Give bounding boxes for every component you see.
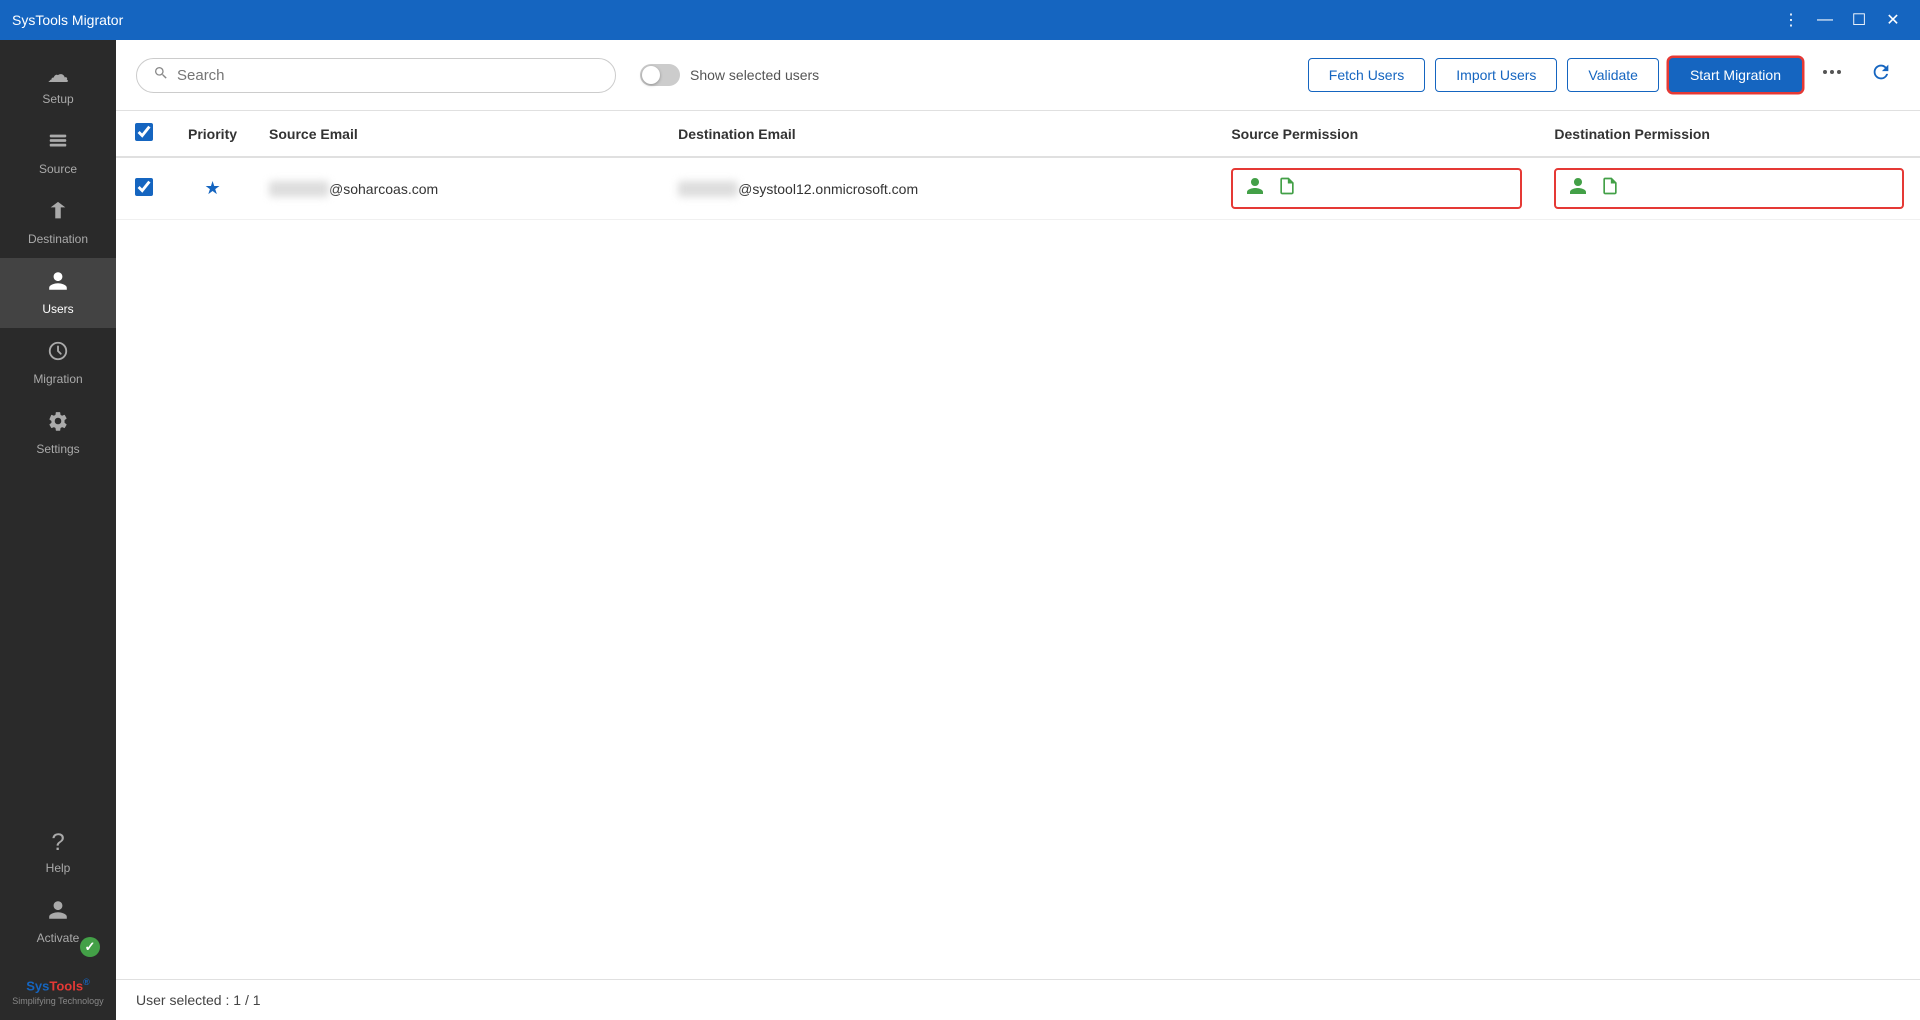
settings-icon	[47, 410, 69, 438]
dest-permission-container	[1554, 168, 1904, 209]
window-menu-button[interactable]: ⋮	[1776, 5, 1806, 35]
dest-email-blur: ██████	[678, 181, 738, 197]
sidebar: ☁ Setup Source Destination	[0, 40, 116, 1020]
col-source-permission: Source Permission	[1215, 111, 1538, 157]
dest-email-domain: @systool12.onmicrosoft.com	[738, 181, 918, 197]
show-selected-label: Show selected users	[690, 67, 819, 83]
sidebar-item-settings[interactable]: Settings	[0, 398, 116, 468]
sidebar-item-destination[interactable]: Destination	[0, 188, 116, 258]
validate-button[interactable]: Validate	[1567, 58, 1659, 92]
sidebar-label-migration: Migration	[33, 372, 82, 386]
table-area: Priority Source Email Destination Email …	[116, 111, 1920, 979]
show-selected-toggle[interactable]	[640, 64, 680, 86]
users-table: Priority Source Email Destination Email …	[116, 111, 1920, 220]
show-selected-toggle-area: Show selected users	[640, 64, 819, 86]
source-email-domain: @soharcoas.com	[329, 181, 438, 197]
maximize-button[interactable]: ☐	[1844, 5, 1874, 35]
col-destination-permission: Destination Permission	[1538, 111, 1920, 157]
dest-person-permission-icon[interactable]	[1568, 176, 1588, 201]
activate-badge: ✓	[80, 937, 100, 957]
user-selected-status: User selected : 1 / 1	[136, 992, 261, 1008]
destination-icon	[47, 200, 69, 228]
logo-tagline: Simplifying Technology	[12, 996, 103, 1006]
app-container: ☁ Setup Source Destination	[0, 40, 1920, 1020]
search-box[interactable]	[136, 58, 616, 93]
help-icon: ?	[51, 829, 64, 857]
row-source-permission-cell	[1215, 157, 1538, 220]
select-all-checkbox[interactable]	[135, 123, 153, 141]
sidebar-item-source[interactable]: Source	[0, 118, 116, 188]
row-source-email-cell: ██████@soharcoas.com	[253, 157, 662, 220]
sidebar-label-setup: Setup	[42, 92, 73, 106]
window-controls: ⋮ — ☐ ✕	[1776, 5, 1908, 35]
sidebar-label-activate: Activate	[37, 931, 80, 945]
sidebar-item-users[interactable]: Users	[0, 258, 116, 328]
row-priority-cell: ★	[172, 157, 253, 220]
source-icon	[47, 130, 69, 158]
col-source-email: Source Email	[253, 111, 662, 157]
sidebar-item-activate[interactable]: Activate ✓	[0, 887, 116, 957]
toolbar: Show selected users Fetch Users Import U…	[116, 40, 1920, 111]
source-person-permission-icon[interactable]	[1245, 176, 1265, 201]
cloud-icon: ☁	[47, 62, 69, 88]
toolbar-actions: Fetch Users Import Users Validate Start …	[1308, 56, 1900, 94]
row-dest-permission-cell	[1538, 157, 1920, 220]
row-checkbox[interactable]	[135, 178, 153, 196]
sidebar-label-settings: Settings	[36, 442, 79, 456]
col-checkbox	[116, 111, 172, 157]
table-header-row: Priority Source Email Destination Email …	[116, 111, 1920, 157]
app-title-area: SysTools Migrator	[12, 12, 123, 28]
col-priority: Priority	[172, 111, 253, 157]
sidebar-item-help[interactable]: ? Help	[0, 817, 116, 887]
source-file-permission-icon[interactable]	[1277, 176, 1297, 201]
table-row: ★ ██████@soharcoas.com ██████@systool12.…	[116, 157, 1920, 220]
priority-star-icon[interactable]: ★	[204, 178, 220, 198]
col-destination-email: Destination Email	[662, 111, 1215, 157]
sidebar-bottom: ? Help Activate ✓	[0, 817, 116, 965]
sidebar-label-source: Source	[39, 162, 77, 176]
source-permission-container	[1231, 168, 1522, 209]
more-options-button[interactable]	[1812, 56, 1852, 94]
row-checkbox-cell	[116, 157, 172, 220]
main-content: Show selected users Fetch Users Import U…	[116, 40, 1920, 1020]
close-button[interactable]: ✕	[1878, 5, 1908, 35]
sidebar-label-users: Users	[42, 302, 73, 316]
sidebar-item-setup[interactable]: ☁ Setup	[0, 50, 116, 118]
sidebar-label-destination: Destination	[28, 232, 88, 246]
refresh-button[interactable]	[1862, 57, 1900, 93]
row-dest-email-cell: ██████@systool12.onmicrosoft.com	[662, 157, 1215, 220]
start-migration-button[interactable]: Start Migration	[1669, 58, 1802, 92]
logo-text: SysTools®	[12, 977, 103, 994]
users-icon	[47, 270, 69, 298]
source-email-blur: ██████	[269, 181, 329, 197]
toggle-knob	[642, 66, 660, 84]
logo-area: SysTools® Simplifying Technology	[4, 965, 111, 1010]
dest-file-permission-icon[interactable]	[1600, 176, 1620, 201]
sidebar-label-help: Help	[46, 861, 71, 875]
activate-icon	[47, 899, 69, 927]
app-title: SysTools Migrator	[12, 12, 123, 28]
import-users-button[interactable]: Import Users	[1435, 58, 1557, 92]
status-bar: User selected : 1 / 1	[116, 979, 1920, 1020]
search-icon	[153, 65, 169, 86]
minimize-button[interactable]: —	[1810, 5, 1840, 35]
search-input[interactable]	[177, 67, 599, 84]
migration-icon	[47, 340, 69, 368]
sidebar-item-migration[interactable]: Migration	[0, 328, 116, 398]
fetch-users-button[interactable]: Fetch Users	[1308, 58, 1425, 92]
title-bar: SysTools Migrator ⋮ — ☐ ✕	[0, 0, 1920, 40]
